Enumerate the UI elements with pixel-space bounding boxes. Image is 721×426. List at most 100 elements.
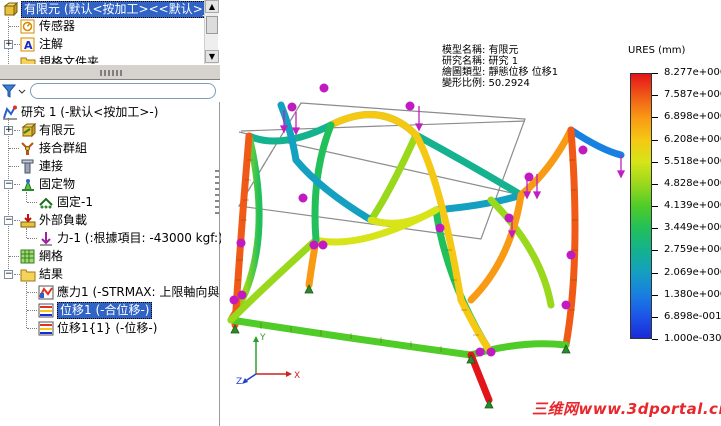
legend-tick-mark: [652, 161, 658, 163]
part-mesh-icon: [21, 123, 36, 138]
tree-item-part-root[interactable]: 有限元 (默认<按加工><<默认>_: [2, 1, 212, 18]
legend-tick-mark: [652, 95, 658, 97]
tree-item-connections[interactable]: 連接: [20, 158, 63, 175]
tree-item-connections-group[interactable]: 接合群組: [20, 140, 87, 157]
legend-tick-label: 6.208e+000: [664, 133, 721, 145]
legend-tick-mark: [652, 294, 658, 296]
sensor-icon: [20, 19, 35, 34]
tree-item-label: 應力1 (-STRMAX: 上限軸向與: [57, 285, 220, 299]
tree-item-label: 位移1 (-合位移-): [57, 302, 153, 319]
legend-tick-mark: [652, 272, 658, 274]
plot-type-text: 繪圖類型: 靜態位移 位移1: [442, 67, 559, 78]
legend-tick-mark: [652, 117, 658, 119]
connector-icon: [21, 159, 34, 174]
tree-item-fixtures[interactable]: 固定物: [20, 176, 75, 193]
legend-tick-mark: [652, 73, 658, 74]
tree-scrollbar[interactable]: ▲ ▼: [204, 0, 219, 64]
tree-item-label: 網格: [39, 249, 64, 263]
legend-title: URES (mm): [628, 45, 686, 56]
collapse-toggle[interactable]: −: [4, 216, 13, 225]
chevron-down-icon: [18, 89, 26, 94]
tree-item-annotations[interactable]: A 注解: [20, 36, 63, 53]
legend-tick-mark: [652, 228, 658, 230]
tree-item-study[interactable]: 研究 1 (-默认<按加工>-): [2, 104, 158, 121]
fixture-icon: [22, 179, 34, 191]
triad-x-label: X: [294, 371, 300, 381]
collapse-toggle[interactable]: −: [4, 270, 13, 279]
mesh-icon: [20, 249, 35, 264]
model-name-text: 模型名稱: 有限元: [442, 45, 519, 56]
stress-plot-icon: [38, 285, 54, 300]
expand-toggle[interactable]: +: [4, 126, 13, 135]
pane-splitter[interactable]: [0, 64, 220, 80]
tree-item-sensors[interactable]: 传感器: [20, 18, 75, 35]
deformation-scale-text: 變形比例: 50.2924: [442, 78, 530, 89]
legend-tick-label: 4.828e+000: [664, 177, 721, 189]
tree-item-label: 注解: [39, 37, 64, 51]
tree-item-label: 規格文件夹: [39, 55, 100, 64]
filter-button[interactable]: [2, 82, 28, 100]
legend-tick-label: 8.277e+000: [664, 67, 721, 78]
results-folder-icon: [20, 269, 36, 282]
external-load-icon: [20, 214, 36, 228]
tree-item-label: 传感器: [39, 19, 76, 33]
connection-group-icon: [21, 142, 34, 155]
part-icon: [3, 2, 18, 17]
legend-tick-label: 3.449e+000: [664, 222, 721, 234]
legend-tick-label: 6.898e-001: [664, 310, 721, 322]
scroll-thumb[interactable]: [206, 16, 218, 34]
tree-item-force-1[interactable]: 力-1 (:根據項目: -43000 kgf:): [38, 230, 223, 247]
fixed-geometry-icon: [39, 197, 53, 209]
filter-icon: [2, 84, 17, 98]
tree-item-label: 有限元 (默认<按加工><<默认>_: [21, 1, 212, 18]
scroll-down-arrow[interactable]: ▼: [205, 50, 219, 63]
tree-item-folder[interactable]: 規格文件夹: [20, 54, 99, 64]
expand-toggle[interactable]: +: [4, 40, 13, 49]
tree-item-mesh[interactable]: 網格: [20, 248, 63, 265]
displacement-plot-icon: [38, 303, 54, 318]
tree-item-stress-1[interactable]: 應力1 (-STRMAX: 上限軸向與: [38, 284, 219, 301]
legend-tick-mark: [652, 206, 658, 207]
tree-item-label: 結果: [39, 267, 64, 281]
legend-tick-mark: [652, 339, 658, 340]
legend-tick-label: 7.587e+000: [664, 89, 721, 101]
svg-text:A: A: [24, 39, 33, 52]
legend-tick-label: 1.380e+000: [664, 288, 721, 300]
tree-item-label: 接合群組: [39, 141, 88, 155]
filter-input[interactable]: [30, 83, 216, 99]
legend-tick-label: 6.898e+000: [664, 111, 721, 123]
tree-item-results[interactable]: 結果: [20, 266, 63, 283]
legend-tick-mark: [652, 316, 658, 318]
legend-tick-mark: [652, 250, 658, 252]
feature-manager-pane: 有限元 (默认<按加工><<默认>_ 传感器 + A 注解 規格文件夹 ▲ ▼: [0, 0, 223, 426]
splitter-grip-icon: [100, 70, 124, 76]
tree-item-part[interactable]: 有限元: [20, 122, 75, 139]
tree-item-label: 固定物: [39, 177, 76, 191]
tree-item-fixture-1[interactable]: 固定-1: [38, 194, 93, 211]
legend-tick-label: 4.139e+000: [664, 200, 721, 211]
tree-item-label: 有限元: [39, 123, 76, 137]
collapse-toggle[interactable]: −: [4, 180, 13, 189]
legend-tick-label: 5.518e+000: [664, 155, 721, 167]
tree-item-label: 外部負載: [39, 213, 88, 227]
triad-z-label: Z: [236, 377, 242, 387]
tree-item-label: 位移1{1} (-位移-): [57, 321, 158, 335]
legend-tick-label: 1.000e-030: [664, 333, 721, 344]
watermark-text: 三维网www.3dportal.cn: [532, 400, 721, 418]
tree-item-displacement-1-1[interactable]: 位移1{1} (-位移-): [38, 320, 157, 337]
tree-item-displacement-1[interactable]: 位移1 (-合位移-): [38, 302, 153, 319]
feature-tree-top: 有限元 (默认<按加工><<默认>_ 传感器 + A 注解 規格文件夹: [0, 0, 220, 64]
triad-y-label: Y: [259, 333, 266, 343]
study-icon: [3, 105, 17, 120]
legend-colorbar: [630, 73, 652, 339]
force-arrow-icon: [40, 232, 52, 246]
scroll-up-arrow[interactable]: ▲: [205, 0, 219, 13]
tree-item-label: 力-1 (:根據項目: -43000 kgf:): [57, 231, 223, 245]
pane-collapse-handle[interactable]: [214, 170, 220, 230]
tree-item-label: 研究 1 (-默认<按加工>-): [21, 105, 159, 119]
study-name-text: 研究名稱: 研究 1: [442, 56, 519, 67]
tree-item-external-loads[interactable]: 外部負載: [20, 212, 87, 229]
filter-bar: [0, 80, 220, 102]
legend-tick-mark: [652, 139, 658, 141]
tree-item-label: 固定-1: [57, 195, 93, 209]
